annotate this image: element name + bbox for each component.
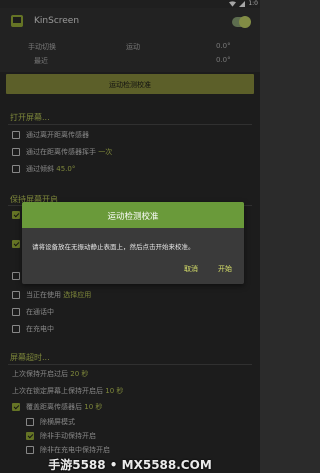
cancel-button[interactable]: 取消 bbox=[184, 264, 198, 274]
dialog-header: 运动检测校准 bbox=[22, 202, 244, 228]
dialog-message: 请将设备放在无振动静止表面上，然后点击开始来校准。 bbox=[32, 243, 195, 251]
dialog-title: 运动检测校准 bbox=[107, 212, 159, 222]
calibration-dialog: 运动检测校准 请将设备放在无振动静止表面上，然后点击开始来校准。 取消 开始 bbox=[22, 202, 244, 284]
start-button[interactable]: 开始 bbox=[218, 264, 232, 274]
watermark-text: 手游5588 • MX5588.COM bbox=[48, 458, 212, 472]
